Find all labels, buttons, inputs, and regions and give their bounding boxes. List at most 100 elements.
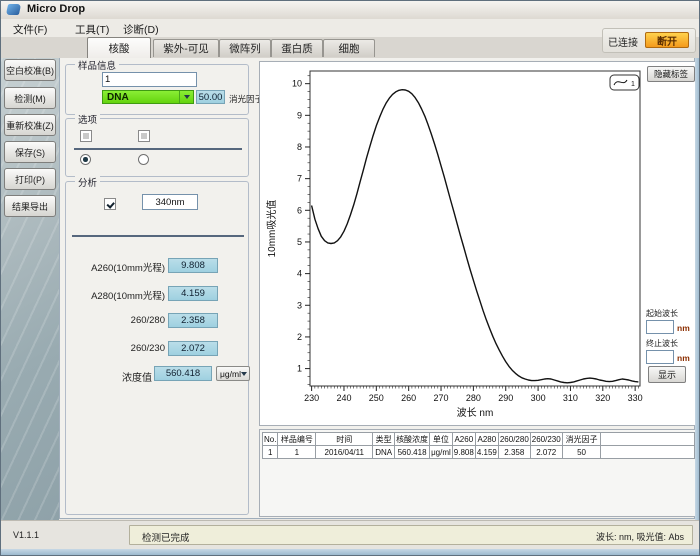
connection-panel: 已连接 断开 (602, 28, 696, 53)
cell-concentration: 560.418 (395, 446, 430, 459)
col-sample-id: 样品编号 (278, 433, 316, 446)
results-panel: No. 样品编号 时间 类型 核酸浓度 单位 A260 A280 260/280… (259, 429, 696, 517)
svg-text:260: 260 (401, 393, 416, 403)
connection-status-label: 已连接 (608, 34, 638, 49)
svg-text:320: 320 (595, 393, 610, 403)
show-button[interactable]: 显示 (648, 366, 686, 383)
svg-text:250: 250 (369, 393, 384, 403)
window-right-border (695, 58, 700, 520)
cell-260-230: 2.072 (530, 446, 562, 459)
col-no: No. (263, 433, 278, 446)
options-title: 选项 (75, 112, 100, 126)
cell-no: 1 (263, 446, 278, 459)
version-label: V1.1.1 (13, 530, 39, 540)
col-time: 时间 (316, 433, 373, 446)
export-results-button[interactable]: 结果导出 (4, 195, 56, 217)
status-message: 检测已完成 (142, 530, 190, 544)
chevron-down-icon (179, 91, 193, 103)
sample-id-input[interactable] (102, 72, 197, 87)
svg-text:7: 7 (297, 174, 302, 184)
col-concentration: 核酸浓度 (395, 433, 430, 446)
svg-text:300: 300 (531, 393, 546, 403)
svg-text:290: 290 (498, 393, 513, 403)
cell-260-280: 2.358 (498, 446, 530, 459)
svg-text:5: 5 (297, 237, 302, 247)
col-a280: A280 (475, 433, 498, 446)
svg-text:230: 230 (304, 393, 319, 403)
a280-label: A280(10mm光程) (76, 288, 165, 302)
svg-text:2: 2 (297, 332, 302, 342)
options-divider (74, 148, 242, 150)
concentration-value: 560.418 (154, 366, 212, 381)
option-radio-1[interactable] (80, 154, 91, 165)
results-table[interactable]: No. 样品编号 时间 类型 核酸浓度 单位 A260 A280 260/280… (262, 432, 695, 459)
analysis-title: 分析 (75, 175, 100, 189)
tab-microarray[interactable]: 微阵列 (219, 39, 271, 57)
col-unit: 单位 (430, 433, 453, 446)
col-a260: A260 (452, 433, 475, 446)
menu-diagnosis[interactable]: 诊断(D) (119, 21, 163, 38)
svg-text:4: 4 (297, 269, 302, 279)
svg-text:330: 330 (628, 393, 643, 403)
svg-text:波长 nm: 波长 nm (457, 406, 494, 419)
tab-nucleic-acid[interactable]: 核酸 (87, 37, 151, 58)
col-260-230: 260/230 (530, 433, 562, 446)
window-bottom-border (1, 549, 700, 556)
cell-a260: 9.808 (452, 446, 475, 459)
svg-text:9: 9 (297, 110, 302, 120)
save-button[interactable]: 保存(S) (4, 141, 56, 163)
svg-text:10: 10 (292, 79, 302, 89)
col-260-280: 260/280 (498, 433, 530, 446)
print-button[interactable]: 打印(P) (4, 168, 56, 190)
wavelength-input[interactable] (142, 194, 198, 210)
title-bar: Micro Drop (1, 1, 700, 20)
tab-protein[interactable]: 蛋白质 (271, 39, 323, 57)
sample-info-title: 样品信息 (75, 58, 119, 72)
svg-text:6: 6 (297, 205, 302, 215)
svg-text:240: 240 (336, 393, 351, 403)
options-group: 选项 (65, 118, 249, 177)
sample-info-group: 样品信息 DNA 50.00 消光因子 (65, 64, 249, 115)
end-wavelength-input[interactable] (646, 350, 674, 364)
cell-extinction: 50 (562, 446, 601, 459)
svg-text:270: 270 (434, 393, 449, 403)
hide-labels-button[interactable]: 隐藏标签 (647, 66, 695, 82)
ratio-260-230-value: 2.072 (168, 341, 218, 356)
analysis-group: 分析 A260(10mm光程) 9.808 A280(10mm光程) 4.159… (65, 181, 249, 515)
svg-text:10mm吸光值: 10mm吸光值 (265, 200, 278, 258)
ratio-260-230-label: 260/230 (76, 343, 165, 354)
cell-sample-id: 1 (278, 446, 316, 459)
ratio-260-280-label: 260/280 (76, 315, 165, 326)
cell-type: DNA (373, 446, 395, 459)
extinction-factor-label: 消光因子 (229, 93, 263, 105)
start-wavelength-unit: nm (677, 323, 690, 333)
tab-uv-vis[interactable]: 紫外-可见 (153, 39, 219, 57)
svg-text:1: 1 (631, 81, 635, 88)
end-wavelength-unit: nm (677, 353, 690, 363)
option-radio-2[interactable] (138, 154, 149, 165)
concentration-label: 浓度值 (107, 369, 152, 384)
extinction-factor-value: 50.00 (196, 90, 225, 104)
recalibrate-button[interactable]: 重新校准(Z) (4, 114, 56, 136)
start-wavelength-label: 起始波长 (646, 308, 678, 319)
option-checkbox-2[interactable] (138, 130, 150, 142)
measure-button[interactable]: 检测(M) (4, 87, 56, 109)
wavelength-checkbox[interactable] (104, 198, 116, 210)
blank-calibration-button[interactable]: 空白校准(B) (4, 59, 56, 81)
table-row[interactable]: 1 1 2016/04/11 DNA 560.418 μg/ml 9.808 4… (263, 446, 695, 459)
start-wavelength-input[interactable] (646, 320, 674, 334)
menu-file[interactable]: 文件(F) (9, 21, 51, 38)
svg-text:3: 3 (297, 300, 302, 310)
cell-time: 2016/04/11 (316, 446, 373, 459)
menu-tools[interactable]: 工具(T) (71, 21, 113, 38)
svg-text:8: 8 (297, 142, 302, 152)
unit-select[interactable]: μg/ml (216, 366, 250, 381)
option-checkbox-1[interactable] (80, 130, 92, 142)
disconnect-button[interactable]: 断开 (645, 32, 689, 48)
window-title: Micro Drop (27, 3, 85, 15)
col-extinction: 消光因子 (562, 433, 601, 446)
sample-type-select[interactable]: DNA (102, 90, 194, 104)
svg-text:310: 310 (563, 393, 578, 403)
unit-value: μg/ml (220, 369, 241, 379)
tab-cell[interactable]: 细胞 (323, 39, 375, 57)
